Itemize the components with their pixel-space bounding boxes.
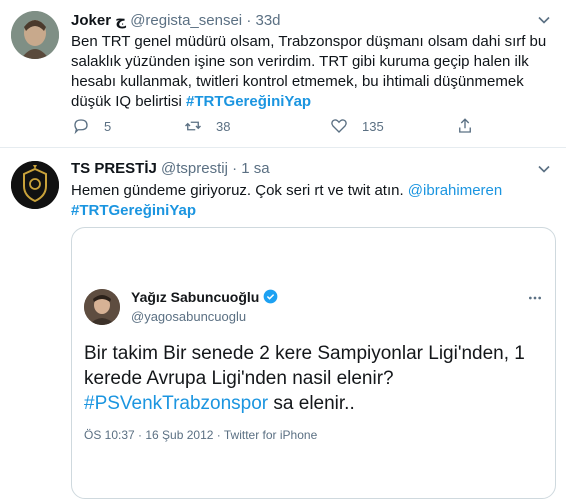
tweet-header: TS PRESTİJ @tsprestij · 1 sa xyxy=(71,160,270,177)
separator-dot: · xyxy=(246,12,252,29)
like-button[interactable]: 135 xyxy=(330,114,384,138)
tweet-text: Hemen gündeme giriyoruz. Çok seri rt ve … xyxy=(71,181,551,221)
quoted-tweet-card[interactable]: Yağız Sabuncuoğlu @yagosabuncuoglu Bir t… xyxy=(71,227,556,499)
tweet-actions: 5 38 135 xyxy=(60,114,500,138)
avatar[interactable] xyxy=(84,289,120,325)
user-handle[interactable]: @tsprestij xyxy=(161,160,228,177)
share-icon xyxy=(459,118,471,133)
separator-dot: · xyxy=(232,160,238,177)
avatar[interactable] xyxy=(11,161,59,209)
caret-down-icon[interactable] xyxy=(534,159,554,179)
quoted-body-a: Bir takim Bir senede 2 kere Sampiyonlar … xyxy=(84,343,525,389)
quoted-hashtag-link[interactable]: #PSVenkTrabzonspor xyxy=(84,393,268,414)
share-button[interactable] xyxy=(456,114,488,138)
like-count: 135 xyxy=(362,118,384,134)
display-name-glyph: ج xyxy=(115,12,127,29)
timestamp[interactable]: 33d xyxy=(255,12,280,29)
reply-button[interactable]: 5 xyxy=(72,114,111,138)
timestamp[interactable]: 1 sa xyxy=(241,160,269,177)
tweet-text: Ben TRT genel müdürü olsam, Trabzonspor … xyxy=(71,32,551,112)
more-icon[interactable] xyxy=(527,290,543,306)
display-name[interactable]: TS PRESTİJ xyxy=(71,160,157,177)
mention-link[interactable]: @ibrahimeren xyxy=(408,182,502,199)
avatar[interactable] xyxy=(11,11,59,59)
tweet-body-text: Hemen gündeme giriyoruz. Çok seri rt ve … xyxy=(71,182,408,199)
hashtag-link[interactable]: #TRTGereğiniYap xyxy=(186,93,311,110)
verified-icon xyxy=(263,289,278,304)
retweet-button[interactable]: 38 xyxy=(184,114,230,138)
quoted-tweet-text: Bir takim Bir senede 2 kere Sampiyonlar … xyxy=(84,341,546,416)
quoted-display-name[interactable]: Yağız Sabuncuoğlu xyxy=(131,289,278,305)
caret-down-icon[interactable] xyxy=(534,10,554,30)
quoted-body-b: sa elenir.. xyxy=(268,393,355,414)
quoted-name-text: Yağız Sabuncuoğlu xyxy=(131,289,260,305)
retweet-icon xyxy=(185,121,201,131)
tweet[interactable]: Joker ج @regista_sensei · 33d Ben TRT ge… xyxy=(0,0,566,148)
tweet-header: Joker ج @regista_sensei · 33d xyxy=(71,11,281,29)
retweet-count: 38 xyxy=(216,118,231,134)
quoted-meta: ÖS 10:37 · 16 Şub 2012 · Twitter for iPh… xyxy=(84,428,318,442)
reply-icon xyxy=(74,119,88,135)
hashtag-link[interactable]: #TRTGereğiniYap xyxy=(71,202,196,219)
display-name[interactable]: Joker xyxy=(71,12,111,29)
like-icon xyxy=(331,119,347,133)
user-handle[interactable]: @regista_sensei xyxy=(130,12,242,29)
reply-count: 5 xyxy=(104,118,112,134)
quoted-user-handle[interactable]: @yagosabuncuoglu xyxy=(131,309,246,324)
